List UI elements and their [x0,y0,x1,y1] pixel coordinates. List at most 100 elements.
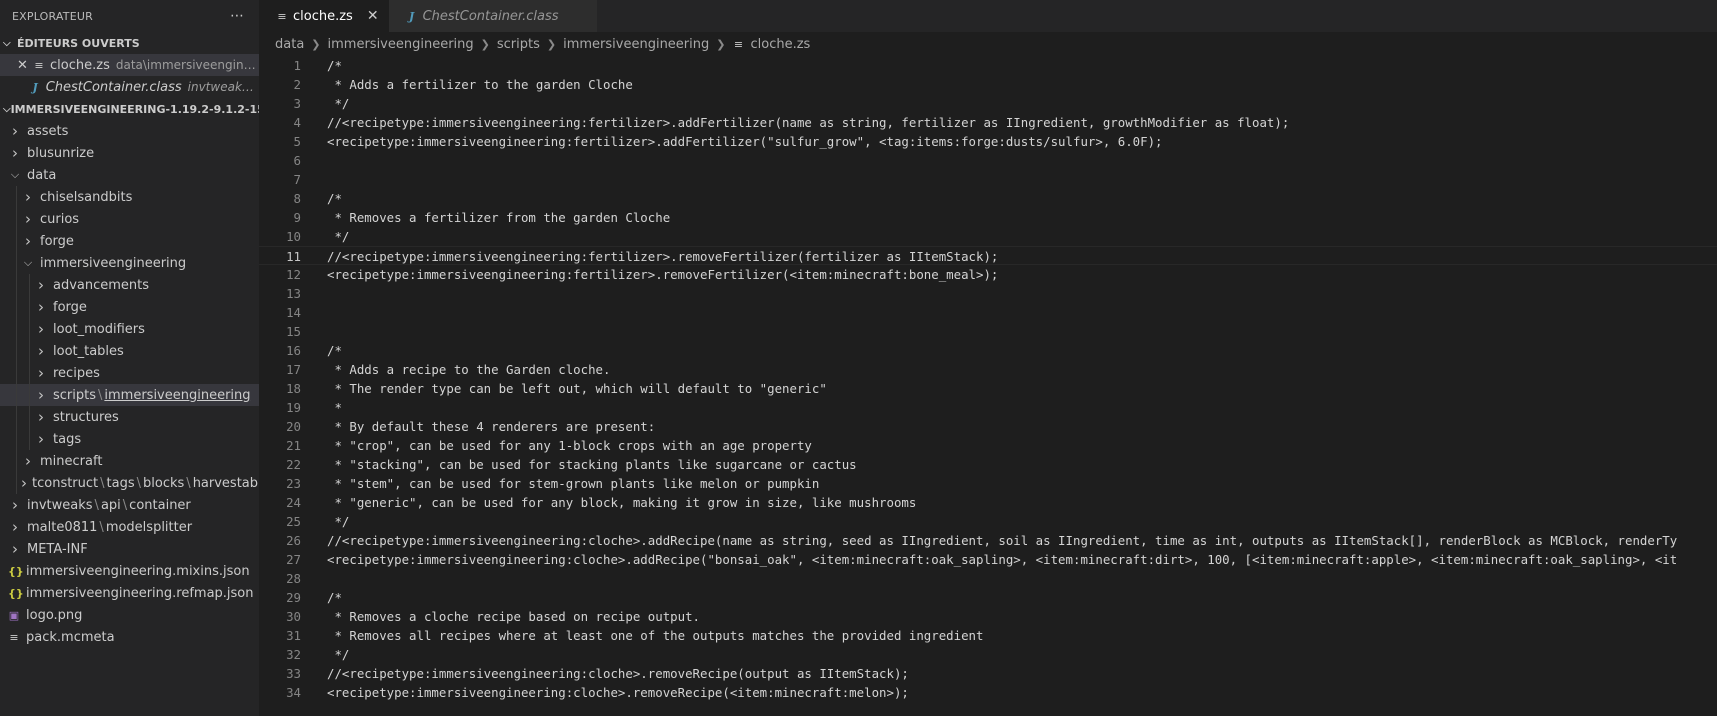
code-line: 10 */ [259,227,1717,246]
chevron-right-icon[interactable]: › [21,188,35,206]
line-number: 1 [293,58,301,73]
code-text: */ [327,647,350,662]
open-editors-label: ÉDITEURS OUVERTS [17,36,140,50]
code-line: 34 <recipetype:immersiveengineering:cloch… [259,683,1717,702]
code-text: //<recipetype:immersiveengineering:ferti… [327,249,999,264]
tree-folder[interactable]: ⌵ data [0,164,259,186]
chevron-right-icon[interactable]: › [34,276,48,294]
chevron-right-icon[interactable]: › [21,210,35,228]
tree-folder[interactable]: › blusunrize [0,142,259,164]
java-icon: J [32,80,38,94]
explorer-header: EXPLORATEUR ⋯ [0,0,259,32]
code-line: 31 * Removes all recipes where at least … [259,626,1717,645]
tree-folder[interactable]: › assets [0,120,259,142]
chevron-right-icon[interactable]: › [34,386,48,404]
tree-item-compact-segment: api [100,497,121,513]
breadcrumb-item[interactable]: immersiveengineering [328,37,474,52]
code-line: 20 * By default these 4 renderers are pr… [259,417,1717,436]
tree-item-label: structures [53,409,119,425]
open-editor-item[interactable]: ✕ ≡ cloche.zs data\immersiveengineerin... [0,54,259,76]
open-editors-list: ✕ ≡ cloche.zs data\immersiveengineerin... JC… [0,54,259,98]
tree-item-label: forge [40,233,74,249]
chevron-right-icon[interactable]: › [34,320,48,338]
tree-folder[interactable]: › scripts \ immersiveengineering [0,384,259,406]
code-text: /* [327,58,342,73]
close-icon[interactable]: ✕ [17,58,28,73]
tree-folder[interactable]: › advancements [0,274,259,296]
ellipsis-icon[interactable]: ⋯ [230,8,245,24]
tree-file[interactable]: {} immersiveengineering.mixins.json [0,560,259,582]
line-number: 10 [286,229,301,244]
code-line: 5 <recipetype:immersiveengineering:fertil… [259,132,1717,151]
code-text: * "generic", can be used for any block, … [327,495,917,510]
breadcrumb-item[interactable]: immersiveengineering [563,37,709,52]
breadcrumb-item[interactable]: scripts [497,37,540,52]
open-editors-section-header[interactable]: ⌵ ÉDITEURS OUVERTS [0,32,259,54]
tree-folder[interactable]: › structures [0,406,259,428]
chevron-right-icon[interactable]: › [21,452,35,470]
chevron-right-icon[interactable]: › [34,408,48,426]
line-number: 29 [286,590,301,605]
chevron-right-icon[interactable]: › [8,496,22,514]
code-editor[interactable]: 1 /* 2 * Adds a fertilizer to the garden C… [259,56,1717,716]
tree-item-label: malte0811 [27,519,98,535]
chevron-right-icon[interactable]: › [8,518,22,536]
tree-item-label: pack.mcmeta [26,629,115,645]
breadcrumb-item[interactable]: data [275,37,304,52]
tree-file[interactable]: {} immersiveengineering.refmap.json [0,582,259,604]
chevron-down-icon[interactable]: ⌵ [8,168,22,182]
chevron-right-icon[interactable]: › [8,122,22,140]
tree-file[interactable]: ≡ pack.mcmeta [0,626,259,648]
tree-folder[interactable]: ⌵ immersiveengineering [0,252,259,274]
chevron-right-icon[interactable]: › [21,232,35,250]
code-line: 12 <recipetype:immersiveengineering:ferti… [259,265,1717,284]
tree-file[interactable]: ▣ logo.png [0,604,259,626]
tree-folder[interactable]: › forge [0,296,259,318]
tree-folder[interactable]: › loot_tables [0,340,259,362]
line-number: 9 [293,210,301,225]
chevron-right-icon[interactable]: › [34,342,48,360]
tree-item-label: advancements [53,277,150,293]
tree-item-label: chiselsandbits [40,189,133,205]
tree-folder[interactable]: › META-INF [0,538,259,560]
chevron-down-icon[interactable]: ⌵ [21,256,35,270]
line-number: 18 [286,381,301,396]
line-number: 21 [286,438,301,453]
tree-folder[interactable]: › recipes [0,362,259,384]
tree-folder[interactable]: › malte0811 \ modelsplitter [0,516,259,538]
line-number: 30 [286,609,301,624]
chevron-right-icon[interactable]: › [8,144,22,162]
tab-cloche-zs[interactable]: ≡ cloche.zs ✕ [259,0,389,32]
tree-folder[interactable]: › invtweaks \ api \ container [0,494,259,516]
chevron-right-icon[interactable]: › [8,540,22,558]
chevron-right-icon[interactable]: › [34,430,48,448]
tree-folder[interactable]: › tags [0,428,259,450]
tree-item-label: data [27,167,57,183]
image-icon: ▣ [8,608,20,622]
tree-folder[interactable]: › forge [0,230,259,252]
code-text: * [327,400,342,415]
tree-folder[interactable]: › minecraft [0,450,259,472]
tree-folder[interactable]: › loot_modifiers [0,318,259,340]
chevron-right-icon[interactable]: › [34,364,48,382]
tree-folder[interactable]: › chiselsandbits [0,186,259,208]
breadcrumb-item[interactable]: cloche.zs [750,37,810,52]
line-number: 26 [286,533,301,548]
chevron-right-icon: ❯ [716,37,726,51]
open-editor-item[interactable]: J ChestContainer.class invtweaks\api... [0,76,259,98]
chevron-right-icon[interactable]: › [34,298,48,316]
lines-file-icon: ≡ [34,58,44,72]
line-number: 7 [293,172,301,187]
tab-chest-container-class[interactable]: J ChestContainer.class [388,0,597,32]
line-number: 25 [286,514,301,529]
tree-folder[interactable]: › curios [0,208,259,230]
code-text: <recipetype:immersiveengineering:cloche>… [327,685,909,700]
close-icon[interactable]: ✕ [367,8,379,24]
line-number: 8 [293,191,301,206]
chevron-right-icon[interactable]: › [21,474,27,492]
code-text: <recipetype:immersiveengineering:cloche>… [327,552,1678,567]
tree-folder[interactable]: ›tconstruct\tags\blocks\harvestable [0,472,259,494]
tree-item-label: recipes [53,365,100,381]
project-section-header[interactable]: ⌵ IMMERSIVEENGINEERING-1.19.2-9.1.2-159 [0,98,259,120]
chevron-right-icon: ❯ [311,37,321,51]
